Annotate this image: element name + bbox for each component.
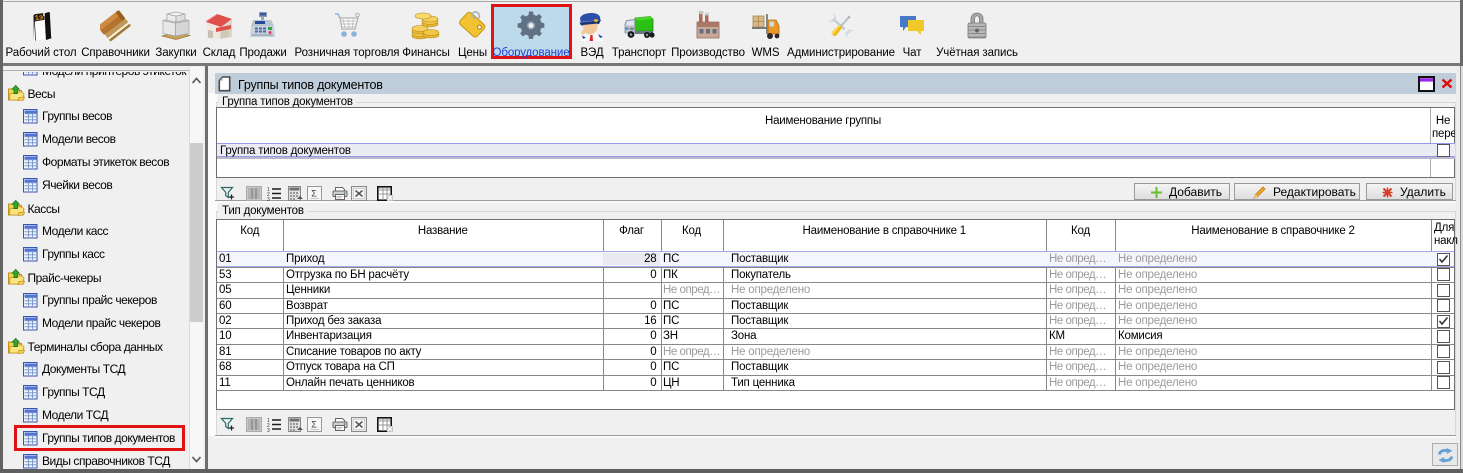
svg-text:1э: 1э xyxy=(34,12,44,22)
svg-text:3: 3 xyxy=(267,197,270,201)
svg-text:Σ: Σ xyxy=(311,420,317,430)
svg-text:Σ: Σ xyxy=(311,189,317,199)
svg-text:3: 3 xyxy=(267,428,270,432)
